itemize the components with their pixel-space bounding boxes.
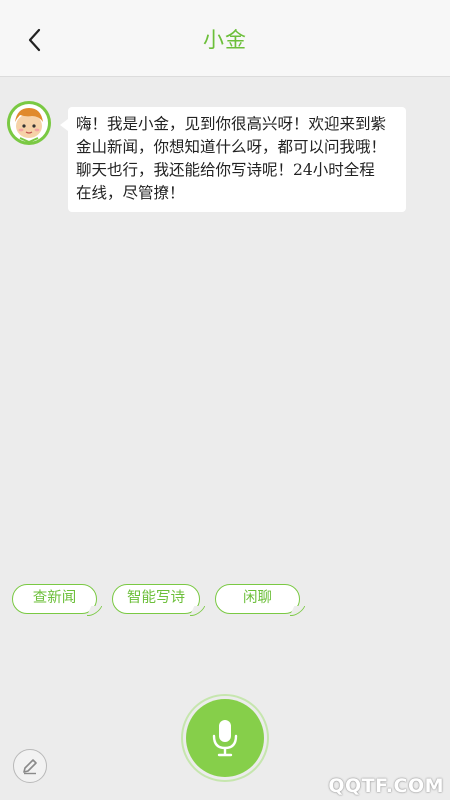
mic-button-face	[186, 699, 264, 777]
message-line: 在线，尽管撩！	[76, 184, 185, 202]
quick-reply-chat[interactable]: 闲聊	[215, 584, 300, 614]
quick-reply-poem[interactable]: 智能写诗	[112, 584, 200, 614]
quick-reply-news[interactable]: 查新闻	[12, 584, 97, 614]
app-header: 小金	[0, 0, 450, 77]
keyboard-input-button[interactable]	[13, 749, 47, 783]
page-title: 小金	[203, 28, 247, 52]
bot-message-bubble: 嗨！我是小金，见到你很高兴呀！欢迎来到紫 金山新闻，你想知道什么呀，都可以问我哦…	[60, 107, 406, 212]
voice-input-button[interactable]	[181, 694, 269, 782]
watermark: QQTF.COM	[328, 775, 444, 797]
microphone-icon	[212, 720, 238, 757]
quick-reply-bar: 查新闻 智能写诗 闲聊	[0, 584, 450, 620]
message-line: 嗨！我是小金，见到你很高兴呀！欢迎来到紫	[76, 115, 387, 133]
bot-avatar	[6, 100, 52, 146]
message-line: 聊天也行，我还能给你写诗呢！24小时全程	[76, 161, 375, 179]
pencil-icon	[23, 759, 37, 775]
message-line: 金山新闻，你想知道什么呀，都可以问我哦！	[76, 138, 387, 156]
